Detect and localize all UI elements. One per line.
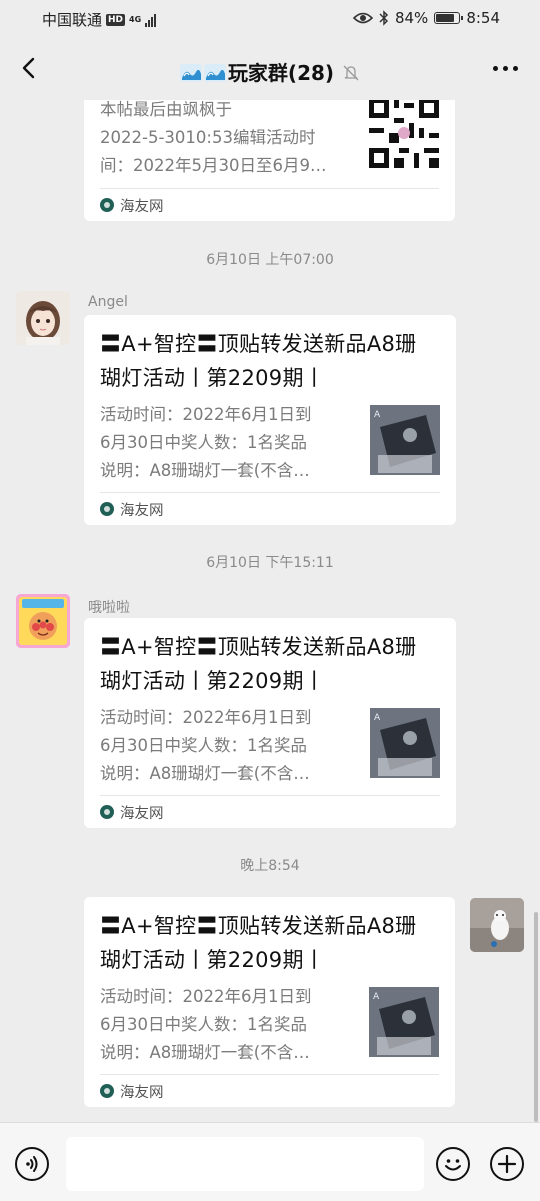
sender-name: Angel — [88, 294, 128, 310]
desc-line: 6月30日中奖人数：1名奖品 — [100, 1015, 307, 1034]
voice-button[interactable] — [15, 1147, 49, 1181]
product-thumbnail: A — [369, 987, 439, 1057]
desc-line: 活动时间：2022年6月1日到 — [100, 987, 312, 1006]
mute-icon — [343, 65, 359, 81]
source-name: 海友网 — [120, 198, 164, 215]
source-logo-icon — [100, 198, 114, 212]
desc-line: 6月30日中奖人数：1名奖品 — [100, 433, 307, 452]
avatar-angel-image — [16, 291, 70, 345]
desc-line: 说明：A8珊瑚灯一套(不含… — [100, 1043, 310, 1062]
sender-name: 哦啦啦 — [88, 600, 130, 616]
status-bar: 中国联通 HD 4G 84% 8:54 — [0, 0, 540, 38]
group-name: 玩家群(28) — [227, 61, 335, 85]
avatar[interactable] — [16, 594, 70, 648]
eye-icon — [352, 12, 373, 24]
title-line: 瑚灯活动丨第2209期丨 — [100, 366, 326, 390]
emoji-icon — [445, 1159, 461, 1171]
message-card[interactable]: 〓A+智控〓顶贴转发送新品A8珊 瑚灯活动丨第2209期丨 活动时间：2022年… — [84, 897, 455, 1107]
clock: 8:54 — [466, 9, 500, 27]
source-logo-icon — [100, 805, 114, 819]
card-source: 海友网 — [100, 1074, 439, 1107]
desc-line: 活动时间：2022年6月1日到 — [100, 708, 312, 727]
svg-text:A: A — [373, 992, 380, 1002]
signal-icon — [145, 13, 157, 27]
emoji-button[interactable] — [436, 1147, 470, 1181]
battery-fill — [436, 14, 455, 22]
network-type: 4G — [129, 15, 142, 24]
card-description: 活动时间：2022年6月1日到 6月30日中奖人数：1名奖品 说明：A8珊瑚灯一… — [100, 983, 348, 1067]
timestamp: 6月10日 上午07:00 — [206, 252, 334, 268]
card-source: 海友网 — [100, 492, 440, 525]
plus-button[interactable] — [490, 1147, 524, 1181]
desc-line: 说明：A8珊瑚灯一套(不含… — [100, 764, 310, 783]
card-source: 海友网 — [100, 188, 439, 221]
message-input[interactable] — [66, 1137, 424, 1191]
card-title: 〓A+智控〓顶贴转发送新品A8珊 瑚灯活动丨第2209期丨 — [100, 630, 440, 698]
svg-text:A: A — [374, 713, 381, 723]
chat-header: 玩家群(28) — [0, 38, 540, 100]
desc-line: 活动时间：2022年6月1日到 — [100, 405, 312, 424]
wave-icon — [179, 64, 202, 82]
source-name: 海友网 — [120, 805, 164, 822]
qr-code-thumbnail — [369, 100, 439, 168]
timestamp: 6月10日 下午15:11 — [206, 555, 334, 571]
carrier-name: 中国联通 — [42, 11, 103, 29]
product-thumbnail: A — [370, 708, 440, 778]
title-line: 瑚灯活动丨第2209期丨 — [100, 948, 326, 972]
wave-icon — [203, 64, 226, 82]
desc-line: 2022-5-3010:53编辑活动时 — [100, 128, 316, 147]
more-icon[interactable] — [493, 66, 518, 71]
card-description: 本帖最后由飒枫于 2022-5-3010:53编辑活动时 间：2022年5月30… — [100, 100, 348, 180]
hd-badge: HD — [106, 13, 126, 26]
message-card[interactable]: 〓A+智控〓顶贴转发送新品A8珊 瑚灯活动丨第2209期丨 活动时间：2022年… — [84, 618, 456, 828]
desc-line: 本帖最后由飒枫于 — [100, 100, 232, 119]
svg-text:A: A — [374, 410, 381, 420]
voice-icon — [26, 1156, 38, 1172]
product-thumbnail: A — [370, 405, 440, 475]
avatar[interactable] — [470, 898, 524, 952]
avatar-bear-image — [470, 898, 524, 952]
card-source: 海友网 — [100, 795, 440, 828]
bluetooth-icon — [379, 10, 389, 26]
card-title: 〓A+智控〓顶贴转发送新品A8珊 瑚灯活动丨第2209期丨 — [100, 909, 439, 977]
source-logo-icon — [100, 1084, 114, 1098]
avatar[interactable] — [16, 291, 70, 345]
message-card[interactable]: 〓A+智控〓顶贴转发送新品A8珊 瑚灯活动丨第2209期丨 活动时间：2022年… — [84, 315, 456, 525]
scrollbar[interactable] — [534, 912, 538, 1122]
message-card[interactable]: 本帖最后由飒枫于 2022-5-3010:53编辑活动时 间：2022年5月30… — [84, 100, 455, 221]
title-line: 〓A+智控〓顶贴转发送新品A8珊 — [100, 635, 417, 659]
input-bar — [0, 1122, 540, 1201]
coral-light-product-image: A — [370, 405, 440, 475]
battery-icon — [434, 12, 464, 24]
coral-light-product-image: A — [370, 708, 440, 778]
qr-code-icon — [369, 100, 439, 168]
plus-icon — [497, 1154, 517, 1174]
source-name: 海友网 — [120, 502, 164, 519]
desc-line: 6月30日中奖人数：1名奖品 — [100, 736, 307, 755]
status-right: 84% 8:54 — [352, 9, 500, 27]
status-left: 中国联通 HD 4G — [42, 9, 157, 30]
card-title: 〓A+智控〓顶贴转发送新品A8珊 瑚灯活动丨第2209期丨 — [100, 327, 440, 395]
chat-area[interactable]: 本帖最后由飒枫于 2022-5-3010:53编辑活动时 间：2022年5月30… — [0, 100, 540, 1122]
desc-line: 间：2022年5月30日至6月9… — [100, 156, 327, 175]
card-description: 活动时间：2022年6月1日到 6月30日中奖人数：1名奖品 说明：A8珊瑚灯一… — [100, 401, 348, 485]
timestamp: 晚上8:54 — [240, 858, 300, 874]
source-logo-icon — [100, 502, 114, 516]
title-line: 瑚灯活动丨第2209期丨 — [100, 669, 326, 693]
title-line: 〓A+智控〓顶贴转发送新品A8珊 — [100, 332, 417, 356]
chat-title: 玩家群(28) — [0, 57, 540, 86]
avatar-anpanman-image — [16, 594, 70, 648]
source-name: 海友网 — [120, 1084, 164, 1101]
desc-line: 说明：A8珊瑚灯一套(不含… — [100, 461, 310, 480]
card-description: 活动时间：2022年6月1日到 6月30日中奖人数：1名奖品 说明：A8珊瑚灯一… — [100, 704, 348, 788]
battery-percent: 84% — [394, 9, 429, 27]
title-line: 〓A+智控〓顶贴转发送新品A8珊 — [100, 914, 417, 938]
coral-light-product-image: A — [369, 987, 439, 1057]
